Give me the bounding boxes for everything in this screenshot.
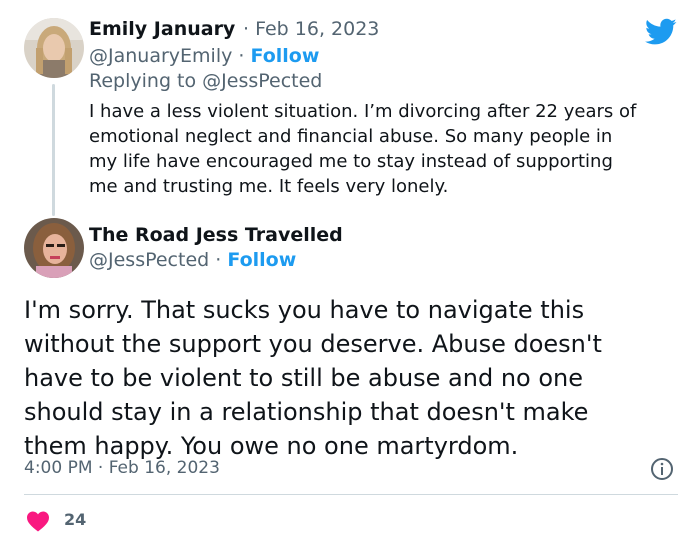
actions-divider: [24, 494, 678, 495]
reply-date[interactable]: · Feb 16, 2023: [243, 18, 379, 40]
main-handle-row: @JessPected · Follow: [89, 249, 296, 271]
heart-icon[interactable]: [26, 510, 50, 532]
reply-follow-button[interactable]: Follow: [251, 45, 320, 67]
reply-text-line: my life have encouraged me to stay inste…: [89, 151, 613, 172]
reply-author-name[interactable]: Emily January: [89, 18, 235, 40]
main-tweet-text: I'm sorry. That sucks you have to naviga…: [24, 293, 684, 463]
main-handle[interactable]: @JessPected: [89, 249, 209, 271]
reply-display-name[interactable]: Emily January: [89, 18, 235, 40]
reply-follow-separator: ·: [238, 45, 245, 67]
reply-date-separator: ·: [243, 18, 250, 40]
like-count[interactable]: 24: [64, 510, 86, 529]
reply-text-line: emotional neglect and financial abuse. S…: [89, 126, 613, 147]
avatar-jess-pected[interactable]: [24, 218, 84, 278]
main-author-name[interactable]: The Road Jess Travelled: [89, 224, 343, 246]
main-text-line: have to be violent to still be abuse and…: [24, 364, 584, 392]
avatar-emily-january[interactable]: [24, 18, 84, 78]
main-text-line: I'm sorry. That sucks you have to naviga…: [24, 296, 585, 324]
twitter-logo-icon[interactable]: [645, 18, 677, 46]
reply-date-text[interactable]: Feb 16, 2023: [255, 18, 379, 40]
info-icon[interactable]: [650, 457, 674, 481]
main-follow-separator: ·: [215, 249, 222, 271]
main-text-line: without the support you deserve. Abuse d…: [24, 330, 602, 358]
thread-connector-line: [52, 84, 55, 216]
main-text-line: should stay in a relationship that doesn…: [24, 398, 589, 426]
reply-tweet-text: I have a less violent situation. I’m div…: [89, 99, 689, 199]
reply-handle[interactable]: @JanuaryEmily: [89, 45, 232, 67]
replying-to-label: Replying to @JessPected: [89, 70, 323, 92]
reply-handle-row: @JanuaryEmily · Follow: [89, 45, 319, 67]
reply-text-line: I have a less violent situation. I’m div…: [89, 101, 637, 122]
main-follow-button[interactable]: Follow: [227, 249, 296, 271]
reply-text-line: me and trusting me. It feels very lonely…: [89, 176, 449, 197]
main-timestamp[interactable]: 4:00 PM · Feb 16, 2023: [24, 458, 220, 478]
